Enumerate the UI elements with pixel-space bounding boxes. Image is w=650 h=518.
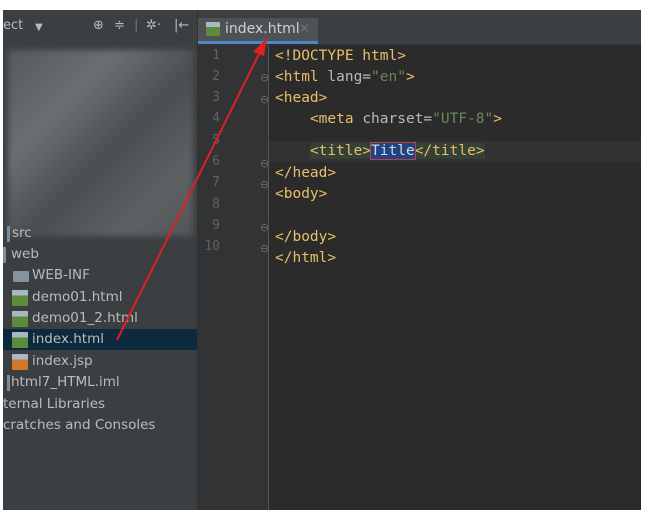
arrow-head	[253, 38, 267, 56]
annotation-arrow	[116, 38, 267, 341]
arrow-line	[116, 47, 263, 341]
